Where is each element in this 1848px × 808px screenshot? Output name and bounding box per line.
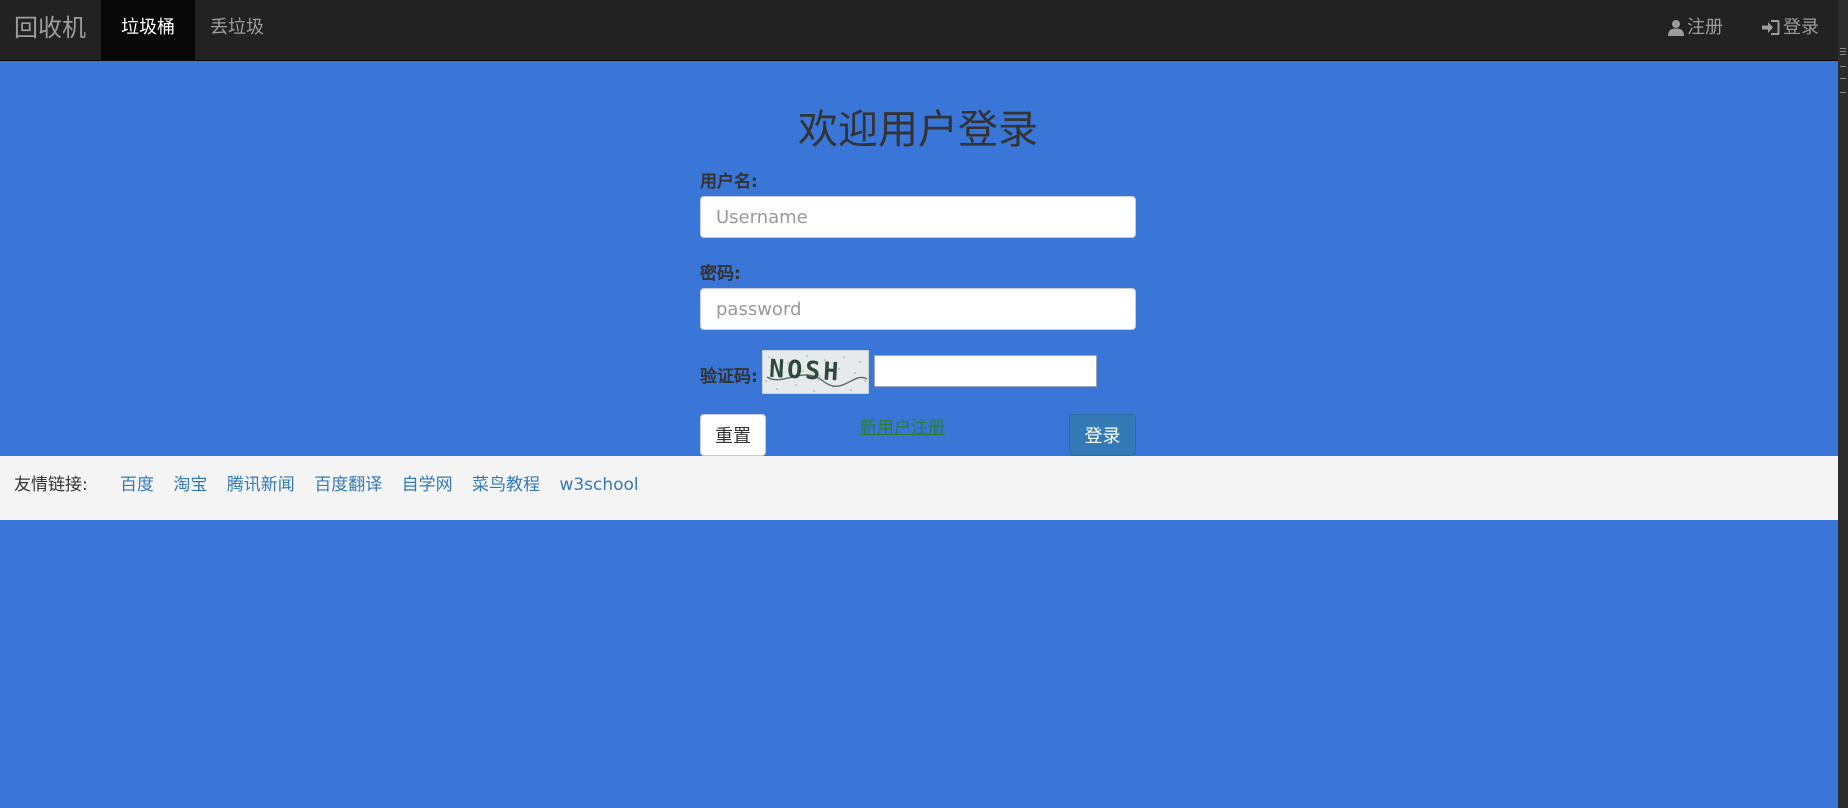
username-input[interactable] [700, 196, 1136, 238]
new-user-register-link[interactable]: 新用户注册 [860, 413, 945, 438]
brand-logo[interactable]: 回收机 [14, 0, 86, 60]
friend-links-label: 友情链接: [14, 475, 88, 495]
captcha-label: 验证码: [700, 367, 758, 387]
friend-links-list: 百度 淘宝 腾讯新闻 百度翻译 自学网 菜鸟教程 w3school [120, 470, 653, 495]
link-taobao[interactable]: 淘宝 [173, 475, 207, 495]
login-title: 欢迎用户登录 [798, 107, 1038, 153]
login-button[interactable]: 登录 [1069, 414, 1136, 456]
captcha-input[interactable] [874, 355, 1097, 387]
friend-links-footer: 友情链接: 百度 淘宝 腾讯新闻 百度翻译 自学网 菜鸟教程 w3school [0, 456, 1838, 520]
captcha-image[interactable]: NOSH [762, 350, 869, 394]
nav-login-label: 登录 [1783, 17, 1819, 38]
link-zixue[interactable]: 自学网 [402, 475, 453, 495]
nav-tab-throw-trash[interactable]: 丢垃圾 [190, 0, 284, 60]
link-w3school[interactable]: w3school [559, 475, 638, 495]
sign-in-icon [1762, 20, 1780, 35]
nav-register-label: 注册 [1687, 17, 1723, 38]
reset-button[interactable]: 重置 [700, 414, 766, 456]
password-label: 密码: [700, 264, 741, 284]
link-baidu[interactable]: 百度 [120, 475, 154, 495]
top-navbar: 回收机 垃圾桶 丢垃圾 注册 登录 [0, 0, 1838, 61]
captcha-text: NOSH [768, 354, 842, 387]
username-label: 用户名: [700, 172, 758, 192]
password-input[interactable] [700, 288, 1136, 330]
link-tencent-news[interactable]: 腾讯新闻 [227, 475, 295, 495]
link-baidu-translate[interactable]: 百度翻译 [314, 475, 382, 495]
nav-tab-trash-bin[interactable]: 垃圾桶 [101, 0, 195, 60]
nav-register[interactable]: 注册 [1668, 0, 1723, 60]
nav-login[interactable]: 登录 [1762, 0, 1819, 60]
window-edge-strip [1838, 0, 1848, 808]
user-icon [1668, 20, 1684, 36]
link-runoob[interactable]: 菜鸟教程 [472, 475, 540, 495]
